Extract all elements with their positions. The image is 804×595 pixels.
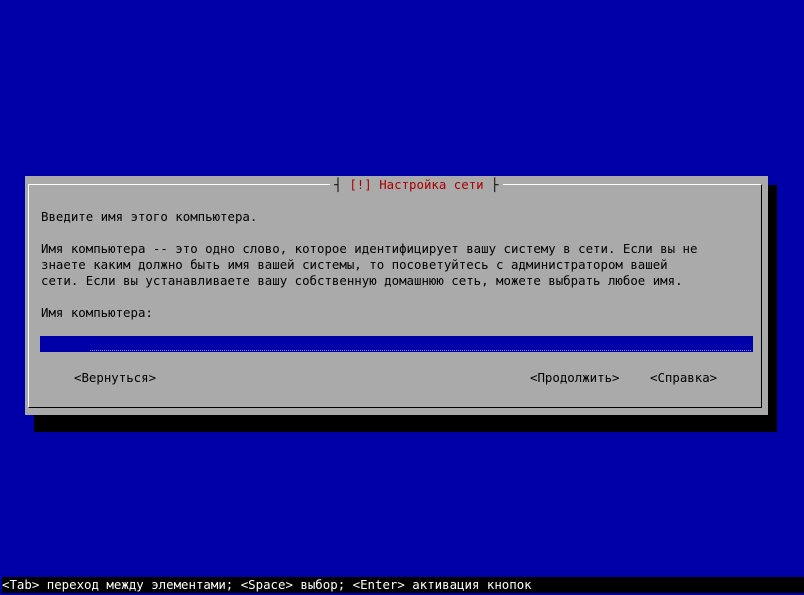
help-button[interactable]: <Справка>: [650, 370, 717, 386]
dialog-title: ┤ [!] Настройка сети ├: [25, 176, 768, 193]
continue-button[interactable]: <Продолжить>: [530, 370, 620, 386]
description-line-2: знаете каким должно быть имя вашей систе…: [41, 257, 668, 272]
network-config-dialog: ┤ [!] Настройка сети ├ Введите имя этого…: [25, 176, 768, 415]
dialog-title-text: Настройка сети: [379, 177, 484, 192]
description-line-1: Имя компьютера -- это одно слово, которо…: [41, 241, 698, 256]
input-fill-line: [90, 350, 751, 351]
dialog-prompt: Введите имя этого компьютера.: [41, 209, 258, 224]
dialog-title-warning: [!]: [349, 177, 372, 192]
hostname-input[interactable]: ecss1: [40, 336, 753, 352]
back-button[interactable]: <Вернуться>: [74, 370, 156, 386]
description-line-3: сети. Если вы устанавливаете вашу собств…: [41, 273, 683, 288]
hostname-label: Имя компьютера:: [41, 305, 153, 320]
status-bar: <Tab> переход между элементами; <Space> …: [2, 577, 804, 593]
